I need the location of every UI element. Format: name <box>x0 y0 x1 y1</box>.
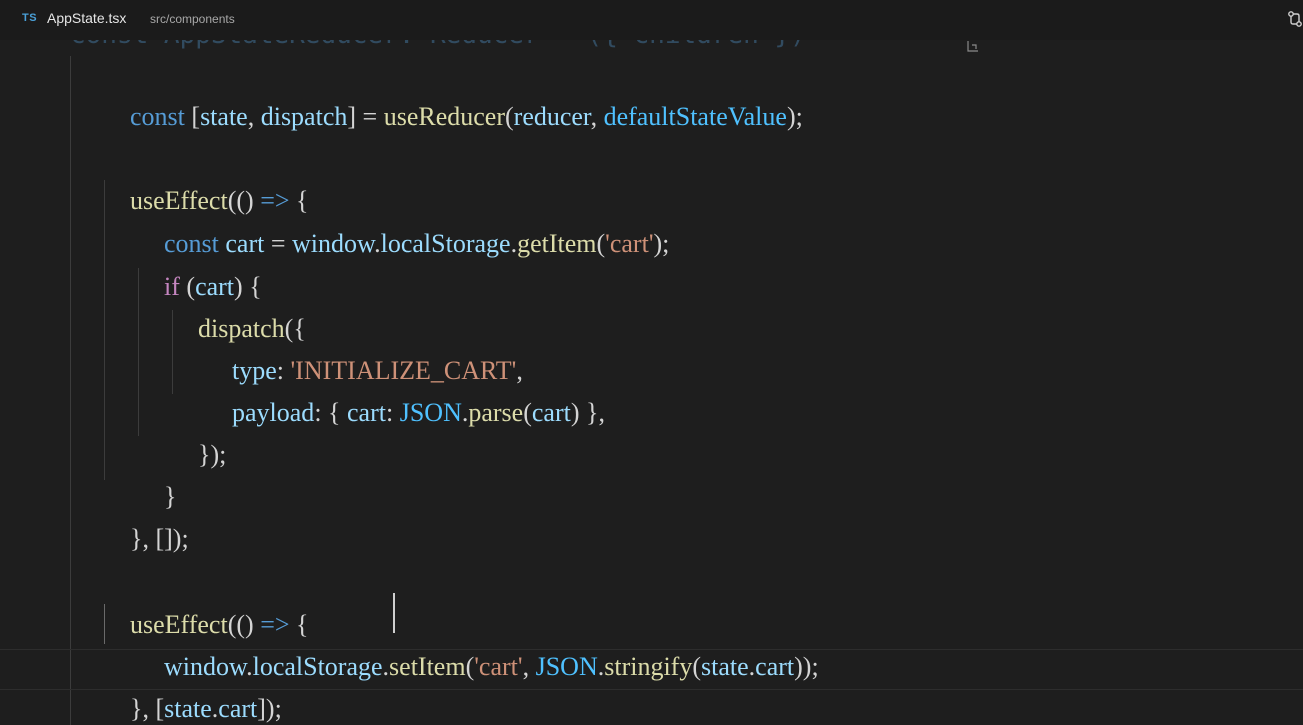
indent-guide <box>70 56 71 725</box>
code-line: payload: { cart: JSON.parse(cart) }, <box>232 398 605 427</box>
compare-changes-icon[interactable] <box>1287 10 1303 28</box>
code-line: }, [state.cart]); <box>130 694 282 723</box>
code-line: const cart = window.localStorage.getItem… <box>164 229 670 258</box>
code-line: if (cart) { <box>164 272 262 301</box>
editor-window: const AppStateReducer: Reducer = ({ chil… <box>0 0 1303 725</box>
code-line: }, []); <box>130 524 189 553</box>
tab-file-name[interactable]: AppState.tsx <box>47 10 126 26</box>
code-line: } <box>164 482 177 511</box>
code-line: type: 'INITIALIZE_CART', <box>232 356 523 385</box>
code-line: }); <box>198 440 227 469</box>
editor-tab-header: TS AppState.tsx src/components <box>0 0 1303 40</box>
typescript-file-icon: TS <box>22 12 38 24</box>
code-line: useEffect(() => { <box>130 610 309 639</box>
code-line: const [state, dispatch] = useReducer(red… <box>130 102 803 131</box>
tab-file-path: src/components <box>150 12 235 26</box>
code-line: window.localStorage.setItem('cart', JSON… <box>164 652 819 681</box>
fold-marker-icon <box>967 41 978 52</box>
code-line: useEffect(() => { <box>130 186 309 215</box>
code-line: dispatch({ <box>198 314 306 343</box>
